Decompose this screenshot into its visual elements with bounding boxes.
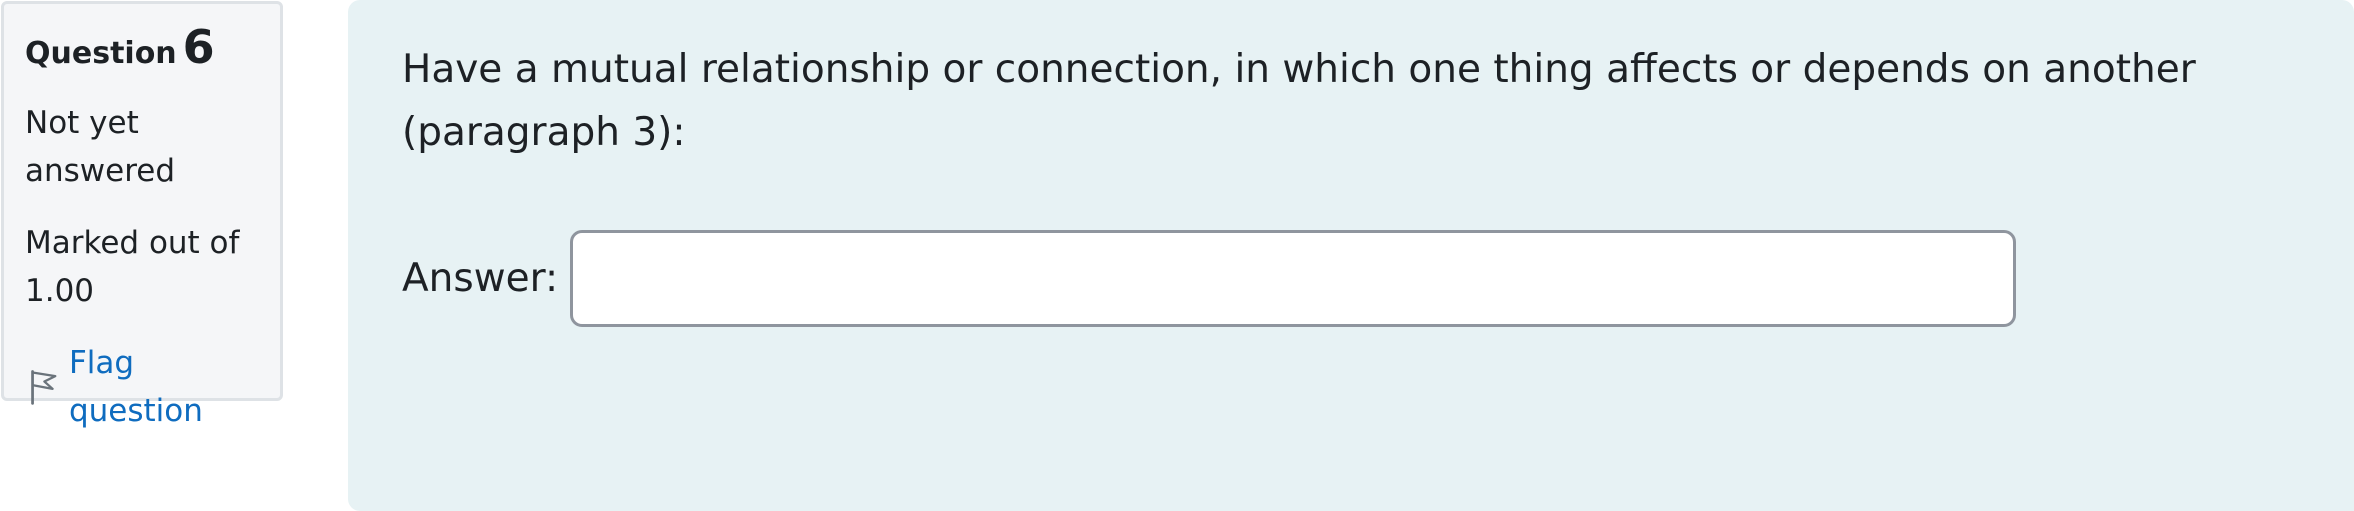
answer-label: Answer: bbox=[402, 256, 559, 301]
question-label: Question bbox=[25, 36, 177, 71]
answer-input[interactable] bbox=[570, 230, 2017, 327]
flag-question-link[interactable]: Flag question bbox=[69, 339, 259, 435]
flag-question-toggle[interactable]: Flag question bbox=[25, 339, 259, 435]
question-text: Have a mutual relationship or connection… bbox=[402, 47, 2196, 155]
question-state: Not yet answered bbox=[25, 105, 176, 189]
question-number: 6 bbox=[182, 20, 215, 74]
question-number-heading: Question 6 bbox=[25, 22, 259, 83]
question-formulation: Have a mutual relationship or connection… bbox=[348, 0, 2354, 511]
flag-icon bbox=[31, 370, 57, 405]
question-info-panel: Question 6 Not yet answered Marked out of… bbox=[1, 1, 283, 429]
question-grade: Marked out of 1.00 bbox=[25, 225, 240, 309]
answer-row: Answer: bbox=[402, 230, 2306, 327]
